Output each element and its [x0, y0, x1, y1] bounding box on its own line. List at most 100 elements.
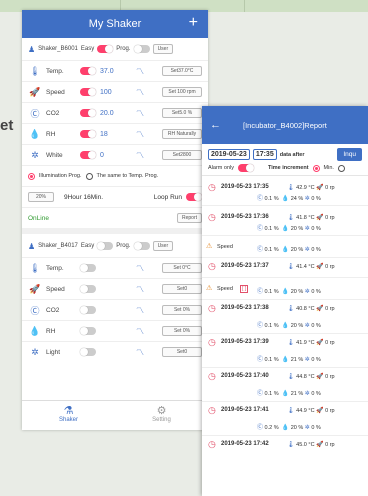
loop-row: 20% 9Hour 16Min. Loop Run	[22, 186, 208, 207]
device-header: ♟ Shaker_B6001 Easy Prog. User	[28, 41, 202, 57]
param-toggle[interactable]	[80, 306, 96, 314]
report-title: [Incubator_B4002]Report	[243, 120, 327, 130]
set-button[interactable]: Set 0%	[162, 326, 202, 336]
thermometer-icon: 🌡	[287, 442, 295, 448]
humidity-icon: 💧	[281, 247, 290, 253]
time-field[interactable]: 17:35	[252, 149, 277, 160]
alarm-only-toggle[interactable]	[237, 164, 254, 172]
easy-prog-toggle[interactable]	[97, 45, 114, 53]
rh-value: 21 %	[290, 391, 304, 397]
person-icon: ♟	[28, 44, 36, 54]
trend-chart-icon[interactable]: 〽	[136, 263, 150, 274]
device-name[interactable]: Shaker_B4017	[38, 243, 78, 249]
tab-shaker[interactable]: ⚗ Shaker	[22, 401, 115, 430]
report-record: ◷ 2019-05-23 17:35 🌡 42.9 °C 🚀 0 rp Ⓒ 0.…	[202, 176, 368, 206]
record-timestamp: 2019-05-23 17:38	[221, 305, 269, 311]
param-toggle[interactable]	[80, 109, 96, 117]
trend-chart-icon[interactable]: 〽	[136, 150, 150, 161]
report-record: ◷ 2019-05-23 17:39 🌡 41.9 °C 🚀 0 rp Ⓒ 0.…	[202, 334, 368, 368]
user-button[interactable]: User	[152, 44, 174, 54]
trend-chart-icon[interactable]: 〽	[136, 129, 150, 140]
trend-chart-icon[interactable]: 〽	[136, 284, 150, 295]
easy-prog-toggle[interactable]	[97, 242, 114, 250]
record-line: Ⓒ 0.1 % 💧 21 % ✲ 0 %	[257, 388, 321, 397]
param-label: Temp.	[46, 67, 64, 75]
param-toggle[interactable]	[80, 327, 96, 335]
param-value: 20.0	[100, 109, 114, 117]
humidity-icon: 💧	[281, 391, 290, 397]
co2-icon: Ⓒ	[257, 391, 264, 397]
inquire-button[interactable]: Inqu	[337, 148, 362, 161]
prog-toggle[interactable]	[133, 45, 150, 53]
param-toggle[interactable]	[80, 264, 96, 272]
rh-value: 20 %	[290, 425, 304, 431]
report-header: ← [Incubator_B4002]Report	[202, 106, 368, 144]
user-button[interactable]: User	[152, 241, 174, 251]
back-arrow-icon[interactable]: ←	[210, 119, 221, 131]
loop-run-toggle[interactable]	[186, 193, 202, 201]
trend-chart-icon[interactable]: 〽	[136, 108, 150, 119]
set-button[interactable]: Set 100 rpm	[162, 87, 202, 97]
tab-setting[interactable]: ⚙ Setting	[115, 401, 208, 430]
param-toggle[interactable]	[80, 130, 96, 138]
record-timestamp: 2019-05-23 17:35	[221, 184, 269, 190]
report-record: ◷ 2019-05-23 17:38 🌡 40.8 °C 🚀 0 rp Ⓒ 0.…	[202, 300, 368, 334]
report-button[interactable]: Report	[176, 213, 202, 223]
percent-field[interactable]: 20%	[28, 192, 54, 202]
co2-value: 0.1 %	[264, 289, 279, 295]
min-radio[interactable]	[312, 164, 320, 172]
param-toggle[interactable]	[80, 67, 96, 75]
record-line: 🌡 44.8 °C 🚀 0 rp	[287, 373, 335, 380]
set-button[interactable]: Set 0%	[162, 305, 202, 315]
tab-label: Shaker	[58, 417, 78, 423]
date-field[interactable]: 2019-05-23	[208, 149, 250, 160]
set-button[interactable]: Set37.0°C	[162, 66, 202, 76]
co2-icon: Ⓒ	[257, 289, 264, 295]
speed-icon: 🚀	[316, 215, 324, 221]
light-icon: ✲	[31, 149, 39, 160]
device-name[interactable]: Shaker_B6001	[38, 46, 78, 52]
record-line: Ⓒ 0.1 % 💧 21 % ✲ 0 %	[257, 354, 321, 363]
set-button[interactable]: Set 0°C	[162, 263, 202, 273]
set-button[interactable]: Set5.0 %	[162, 108, 202, 118]
record-timestamp: 2019-05-23 17:37	[221, 263, 269, 269]
param-toggle[interactable]	[80, 88, 96, 96]
report-screen: ← [Incubator_B4002]Report 2019-05-23 17:…	[202, 106, 368, 496]
light-icon: ✲	[304, 425, 310, 431]
settings-icon: ⚙	[156, 405, 167, 417]
add-device-button[interactable]: +	[189, 14, 198, 32]
illumination-row: Illumination Prog. The same to Temp. Pro…	[22, 165, 208, 186]
same-as-temp-radio[interactable]	[85, 172, 93, 180]
humidity-icon: 💧	[281, 196, 290, 202]
trend-chart-icon[interactable]: 〽	[136, 87, 150, 98]
light-value: 0 %	[311, 289, 321, 295]
set-button[interactable]: Set2800	[162, 150, 202, 160]
light-value: 0 %	[311, 425, 321, 431]
set-button[interactable]: Set0	[162, 347, 202, 357]
illumination-prog-radio[interactable]	[28, 172, 35, 180]
trend-chart-icon[interactable]: 〽	[136, 347, 150, 358]
co2-icon: Ⓒ	[30, 108, 40, 119]
trend-chart-icon[interactable]: 〽	[136, 305, 150, 316]
report-record: ◷ 2019-05-23 17:42 🌡 45.0 °C 🚀 0 rp	[202, 436, 368, 456]
trend-chart-icon[interactable]: 〽	[136, 66, 150, 77]
set-button[interactable]: RH Naturally	[162, 129, 202, 139]
trend-chart-icon[interactable]: 〽	[136, 326, 150, 337]
param-toggle[interactable]	[80, 285, 96, 293]
set-button[interactable]: Set0	[162, 284, 202, 294]
other-radio[interactable]	[337, 164, 345, 172]
light-value: 0 %	[311, 226, 321, 232]
time-increment-label: Time increment	[267, 165, 309, 171]
record-line: Ⓒ 0.1 % 💧 20 % ✲ 0 %	[257, 223, 321, 232]
speed-value: 0 rp	[325, 408, 335, 414]
prog-toggle[interactable]	[133, 242, 150, 250]
speed-icon: 🚀	[316, 408, 324, 414]
clock-icon: ◷	[208, 439, 216, 449]
rh-value: 24 %	[290, 196, 304, 202]
param-toggle[interactable]	[80, 348, 96, 356]
co2-icon: Ⓒ	[257, 196, 264, 202]
temp-value: 44.8 °C	[296, 374, 315, 380]
speed-icon: 🚀	[29, 283, 41, 294]
online-status: OnLine	[28, 214, 49, 222]
param-toggle[interactable]	[80, 151, 96, 159]
